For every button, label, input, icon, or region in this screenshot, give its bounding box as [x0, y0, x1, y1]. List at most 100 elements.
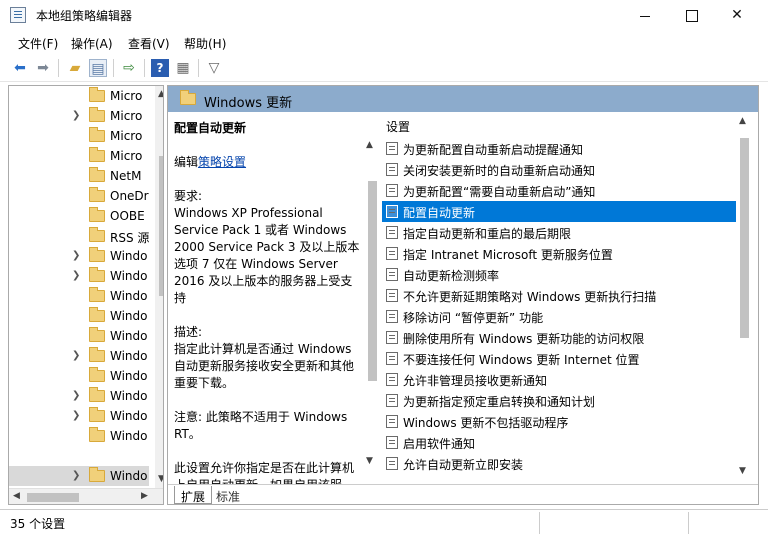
- status-divider: [539, 512, 540, 534]
- settings-list: 设置 为更新配置自动重新启动提醒通知 关闭安装更新时的自动重新启动通知 为更新配…: [372, 112, 758, 484]
- up-folder-icon[interactable]: ▰: [66, 59, 84, 77]
- tree-item[interactable]: OOBE: [9, 206, 149, 226]
- expand-arrow-icon[interactable]: ❯: [72, 250, 80, 261]
- menu-file[interactable]: 文件(F): [18, 35, 58, 52]
- folder-icon: [89, 127, 105, 142]
- setting-row[interactable]: 为更新配置自动重新启动提醒通知: [382, 138, 742, 159]
- setting-row[interactable]: 不要连接任何 Windows 更新 Internet 位置: [382, 348, 742, 369]
- scroll-thumb[interactable]: [159, 156, 163, 296]
- scroll-up-icon[interactable]: ▲: [158, 89, 163, 99]
- forward-icon[interactable]: ➡: [34, 59, 52, 77]
- setting-row[interactable]: 允许自动更新立即安装: [382, 453, 742, 474]
- setting-row[interactable]: 关闭安装更新时的自动重新启动通知: [382, 159, 742, 180]
- window-title: 本地组策略编辑器: [36, 9, 133, 23]
- expand-arrow-icon[interactable]: ❯: [72, 470, 80, 481]
- filter-icon[interactable]: ▽: [205, 59, 223, 77]
- maximize-button[interactable]: [668, 0, 714, 31]
- policy-setting-icon: [386, 436, 398, 449]
- setting-row[interactable]: 移除访问 “暂停更新” 功能: [382, 306, 742, 327]
- scroll-right-icon[interactable]: ▶: [141, 491, 148, 501]
- tree-item[interactable]: Micro: [9, 146, 149, 166]
- edit-policy-link[interactable]: 策略设置: [198, 155, 246, 169]
- tree-item[interactable]: Windo: [9, 326, 149, 346]
- tree-item[interactable]: ❯ Windo: [9, 406, 149, 426]
- setting-row[interactable]: 不允许更新延期策略对 Windows 更新执行扫描: [382, 285, 742, 306]
- tree-item[interactable]: OneDr: [9, 186, 149, 206]
- scroll-down-icon[interactable]: ▼: [158, 474, 163, 484]
- expand-arrow-icon[interactable]: ❯: [72, 110, 80, 121]
- setting-row-selected[interactable]: 配置自动更新: [382, 201, 742, 222]
- setting-row[interactable]: 为更新指定预定重启转换和通知计划: [382, 390, 742, 411]
- setting-row[interactable]: 指定 Intranet Microsoft 更新服务位置: [382, 243, 742, 264]
- setting-row[interactable]: 删除使用所有 Windows 更新功能的访问权限: [382, 327, 742, 348]
- tree-item[interactable]: NetM: [9, 166, 149, 186]
- setting-row[interactable]: 允许非管理员接收更新通知: [382, 369, 742, 390]
- tree-item[interactable]: ❯ Windo: [9, 266, 149, 286]
- tree-item[interactable]: ❯ Windo: [9, 346, 149, 366]
- gpedit-app-icon: [10, 7, 26, 23]
- setting-row[interactable]: 为更新配置“需要自动重新启动”通知: [382, 180, 742, 201]
- folder-icon: [89, 307, 105, 322]
- tab-standard[interactable]: 标准: [210, 486, 246, 504]
- close-button[interactable]: ✕: [714, 0, 760, 31]
- title-bar: 本地组策略编辑器 ✕: [0, 0, 768, 31]
- status-bar: 35 个设置: [0, 509, 768, 537]
- expand-arrow-icon[interactable]: ❯: [72, 350, 80, 361]
- tree-horizontal-scrollbar[interactable]: ◀ ▶: [9, 488, 163, 504]
- menu-view[interactable]: 查看(V): [128, 35, 170, 52]
- tree-item[interactable]: ❯ Windo: [9, 386, 149, 406]
- scroll-thumb[interactable]: [740, 138, 749, 338]
- tree-item[interactable]: Windo: [9, 426, 149, 446]
- policy-setting-icon: [386, 268, 398, 281]
- status-divider: [688, 512, 689, 534]
- edit-policy-line: 编辑策略设置: [174, 155, 247, 169]
- tree-vertical-scrollbar[interactable]: ▲ ▼: [155, 86, 163, 488]
- scroll-left-icon[interactable]: ◀: [13, 491, 20, 501]
- back-icon[interactable]: ⬅: [11, 59, 29, 77]
- folder-icon: [89, 467, 105, 482]
- tab-extended[interactable]: 扩展: [174, 486, 213, 504]
- policy-setting-icon: [386, 184, 398, 197]
- toolbar-separator: [144, 59, 145, 77]
- tree-item[interactable]: ❯ Windo: [9, 246, 149, 266]
- tree-item[interactable]: Micro: [9, 126, 149, 146]
- tree-item[interactable]: Micro: [9, 86, 149, 106]
- policy-setting-icon: [386, 373, 398, 386]
- export-list-icon[interactable]: ⇨: [120, 59, 138, 77]
- policy-setting-icon: [386, 142, 398, 155]
- menu-help[interactable]: 帮助(H): [184, 35, 226, 52]
- folder-icon: [180, 90, 196, 105]
- folder-icon: [89, 87, 105, 102]
- setting-row[interactable]: 自动更新检测频率: [382, 264, 742, 285]
- tree-item[interactable]: RSS 源: [9, 226, 149, 246]
- folder-icon: [89, 387, 105, 402]
- navigation-tree: Micro ❯ Micro Micro Micro NetM OneDr OOBE…: [8, 85, 164, 505]
- requirements-text: 要求: Windows XP Professional Service Pack…: [174, 189, 360, 305]
- tree-item[interactable]: ❯ Micro: [9, 106, 149, 126]
- properties-icon[interactable]: ▦: [174, 59, 192, 77]
- expand-arrow-icon[interactable]: ❯: [72, 390, 80, 401]
- policy-setting-icon: [386, 205, 398, 218]
- settings-column-header[interactable]: 设置: [372, 112, 758, 138]
- toolbar-separator: [58, 59, 59, 77]
- tree-item[interactable]: Windo: [9, 306, 149, 326]
- expand-arrow-icon[interactable]: ❯: [72, 410, 80, 421]
- scroll-thumb[interactable]: [27, 493, 79, 502]
- show-hide-tree-icon[interactable]: ▤: [89, 59, 107, 77]
- tree-item-selected[interactable]: ❯ Windo: [9, 466, 149, 486]
- setting-row[interactable]: 指定自动更新和重启的最后期限: [382, 222, 742, 243]
- setting-row[interactable]: Windows 更新不包括驱动程序: [382, 411, 742, 432]
- scroll-down-icon[interactable]: ▼: [739, 466, 746, 476]
- menu-action[interactable]: 操作(A): [71, 35, 113, 52]
- tree-item[interactable]: Windo: [9, 286, 149, 306]
- folder-icon: [89, 207, 105, 222]
- help-icon[interactable]: ?: [151, 59, 169, 77]
- minimize-button[interactable]: [622, 0, 668, 31]
- folder-icon: [89, 107, 105, 122]
- scroll-up-icon[interactable]: ▲: [739, 116, 746, 126]
- settings-vertical-scrollbar[interactable]: ▲ ▼: [736, 112, 753, 484]
- expand-arrow-icon[interactable]: ❯: [72, 270, 80, 281]
- setting-row[interactable]: 启用软件通知: [382, 432, 742, 453]
- tree-item[interactable]: Windo: [9, 366, 149, 386]
- policy-setting-icon: [386, 394, 398, 407]
